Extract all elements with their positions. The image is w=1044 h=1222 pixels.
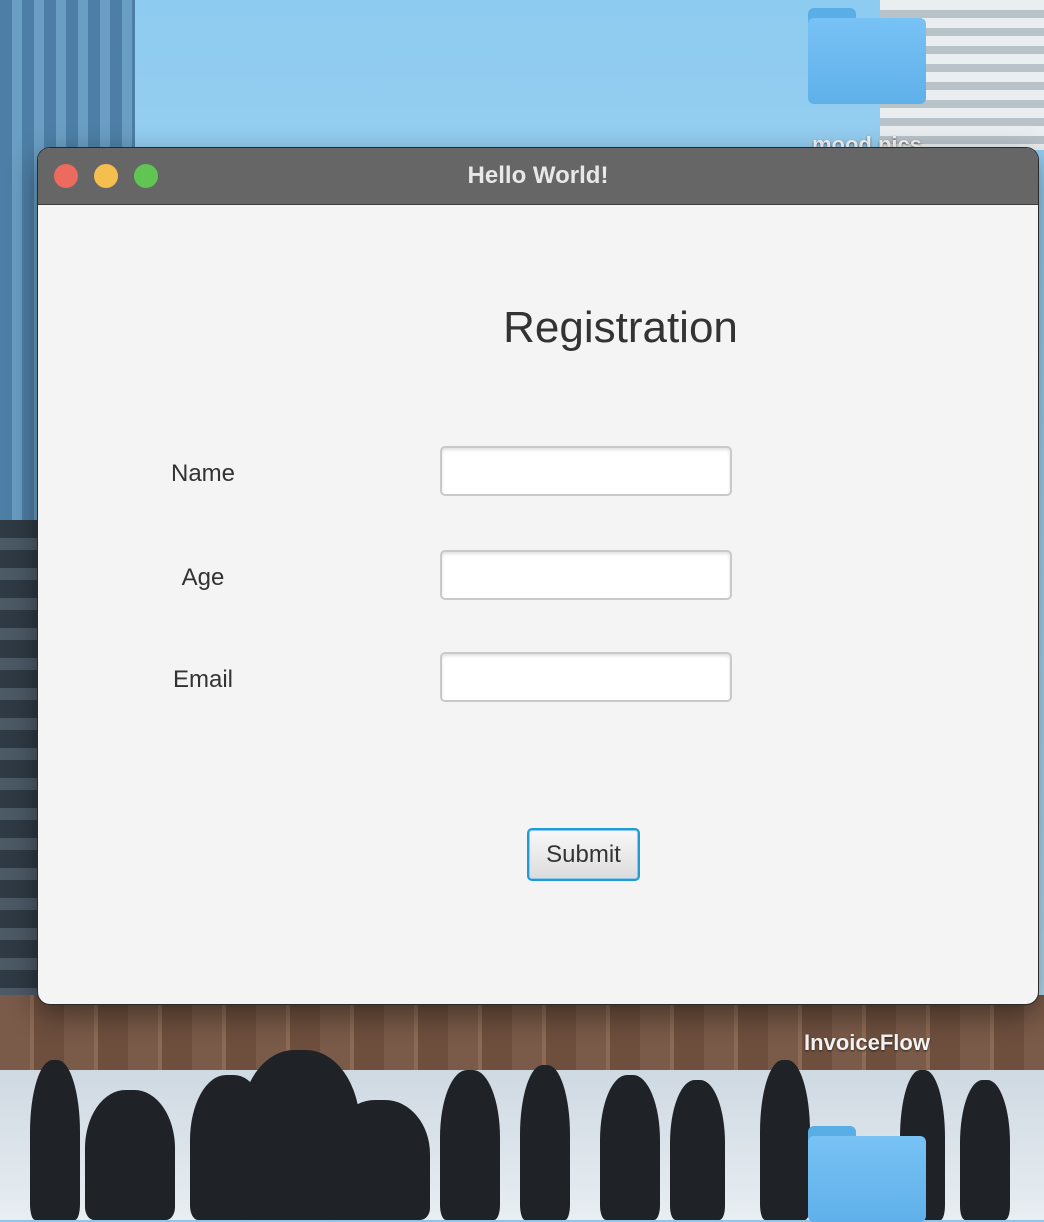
desktop-folder-label: InvoiceFlow	[804, 1030, 930, 1055]
submit-button[interactable]: Submit	[527, 828, 640, 881]
age-input[interactable]	[440, 550, 732, 600]
minimize-window-button[interactable]	[94, 164, 118, 188]
wallpaper-crowd	[30, 1060, 80, 1220]
wallpaper-crowd	[85, 1090, 175, 1220]
desktop-folder-invoiceflow[interactable]	[808, 1122, 926, 1222]
name-label: Name	[170, 460, 236, 487]
window-title: Hello World!	[467, 162, 609, 189]
wallpaper-crowd	[960, 1080, 1010, 1220]
wallpaper-crowd	[760, 1060, 810, 1220]
age-label: Age	[181, 564, 225, 591]
desktop-folder-mood-pics[interactable]	[808, 4, 926, 104]
name-input[interactable]	[440, 446, 732, 496]
wallpaper-crowd	[600, 1075, 660, 1220]
window-titlebar[interactable]: Hello World!	[38, 148, 1038, 205]
email-label: Email	[172, 666, 233, 693]
wallpaper-crowd	[520, 1065, 570, 1220]
wallpaper-crowd	[670, 1080, 725, 1220]
maximize-window-button[interactable]	[134, 164, 158, 188]
close-window-button[interactable]	[54, 164, 78, 188]
wallpaper-building	[0, 520, 40, 1000]
wallpaper-crowd	[440, 1070, 500, 1220]
wallpaper-crowd	[330, 1100, 430, 1220]
email-input[interactable]	[440, 652, 732, 702]
form-heading: Registration	[503, 303, 738, 352]
app-window: Hello World! Registration Name Age Email…	[38, 148, 1038, 1004]
